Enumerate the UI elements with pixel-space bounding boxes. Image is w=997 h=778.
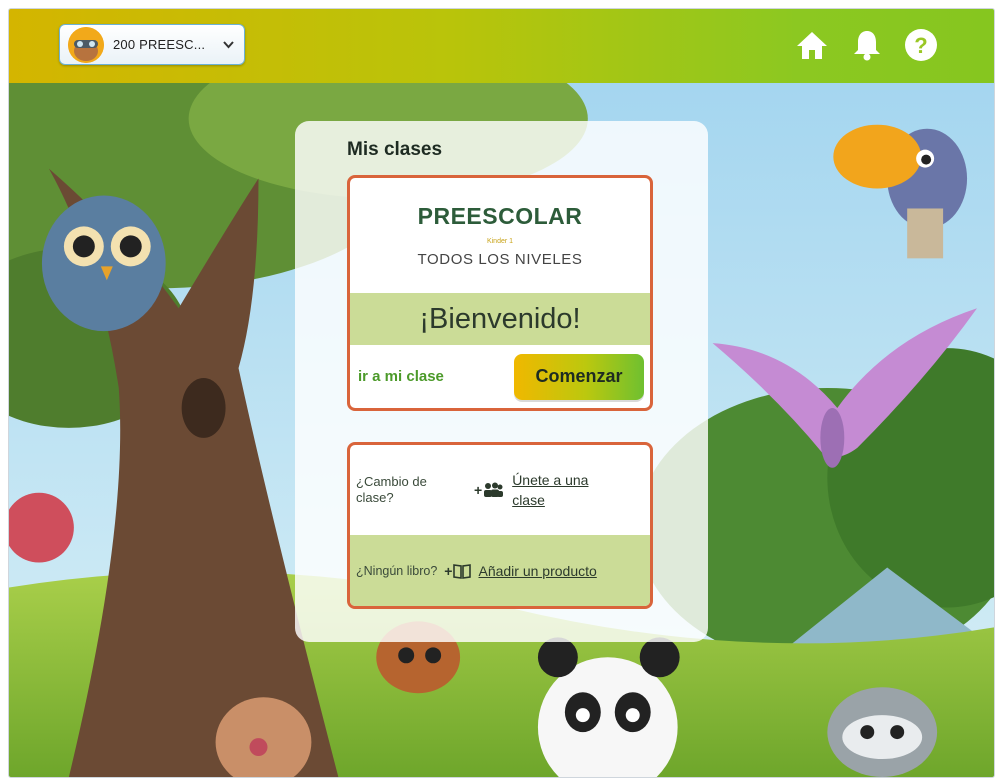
app-frame: 200 PREESC... ? Mis clases PREESCOLAR Ki…	[8, 8, 995, 778]
plus-label: +	[444, 562, 453, 579]
class-card: PREESCOLAR Kinder 1 TODOS LOS NIVELES ¡B…	[347, 175, 653, 411]
join-class-row: ¿Cambio de clase? + Únete a una clase	[350, 445, 650, 535]
welcome-banner: ¡Bienvenido!	[350, 293, 650, 345]
svg-text:?: ?	[914, 33, 927, 58]
plus-label: +	[474, 482, 483, 498]
panel-title: Mis clases	[347, 139, 443, 160]
bell-icon[interactable]	[847, 25, 887, 65]
no-book-question: ¿Ningún libro?	[356, 563, 438, 578]
class-selector-dropdown[interactable]: 200 PREESC...	[59, 24, 245, 65]
join-class-link[interactable]: Únete a una clase	[512, 470, 612, 510]
go-to-class-label: ir a mi clase	[358, 368, 444, 385]
class-card-header: PREESCOLAR Kinder 1 TODOS LOS NIVELES	[350, 178, 650, 293]
class-card-actions: ir a mi clase Comenzar	[350, 345, 650, 408]
add-book-icon: +	[444, 563, 472, 579]
home-icon[interactable]	[792, 25, 832, 65]
top-bar: 200 PREESC... ?	[9, 9, 994, 83]
help-icon[interactable]: ?	[901, 25, 941, 65]
add-product-row: ¿Ningún libro? + Añadir un producto	[350, 535, 650, 606]
course-subtitle: Kinder 1	[486, 238, 514, 245]
add-group-icon: +	[474, 482, 504, 498]
course-level: TODOS LOS NIVELES	[417, 251, 583, 268]
chevron-down-icon	[223, 38, 234, 52]
change-class-question: ¿Cambio de clase?	[356, 474, 427, 505]
bear-avatar-icon	[68, 26, 104, 63]
course-title: PREESCOLAR	[417, 203, 583, 229]
my-classes-panel: Mis clases PREESCOLAR Kinder 1 TODOS LOS…	[295, 121, 708, 642]
start-button[interactable]: Comenzar	[514, 353, 644, 400]
add-product-link[interactable]: Añadir un producto	[478, 563, 596, 579]
class-selector-label: 200 PREESC...	[113, 37, 206, 52]
class-actions-card: ¿Cambio de clase? + Únete a una clase ¿N…	[347, 442, 653, 609]
